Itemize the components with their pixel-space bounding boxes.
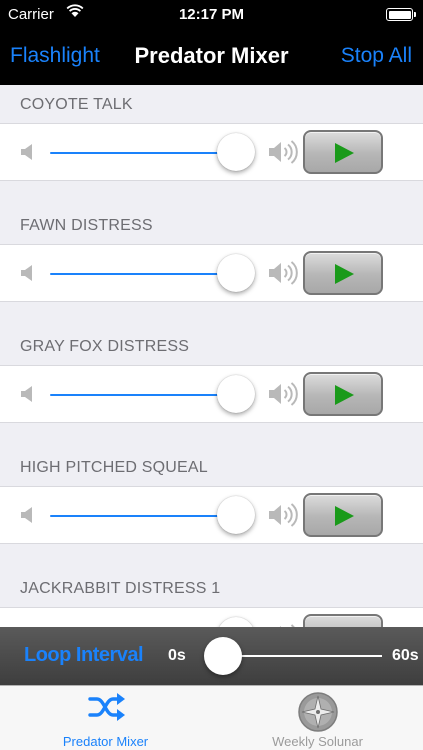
sound-row xyxy=(0,486,423,544)
tab-bar: Predator Mixer Weekly Solunar xyxy=(0,685,423,750)
play-button[interactable] xyxy=(303,130,383,174)
volume-slider-track[interactable] xyxy=(50,273,236,275)
volume-low-icon xyxy=(20,385,34,408)
row-spacer xyxy=(0,544,423,569)
sound-name: GRAY FOX DISTRESS xyxy=(20,338,190,355)
status-bar: Carrier 12:17 PM xyxy=(0,0,423,30)
loop-interval-bar: Loop Interval 0s 60s xyxy=(0,627,423,685)
volume-slider-track[interactable] xyxy=(50,152,236,154)
tab-label-predator-mixer: Predator Mixer xyxy=(62,734,149,749)
sound-row xyxy=(0,365,423,423)
volume-low-icon xyxy=(20,264,34,287)
tab-predator-mixer[interactable]: Predator Mixer xyxy=(0,686,211,750)
row-spacer xyxy=(0,302,423,327)
volume-low-icon xyxy=(20,506,34,529)
play-button[interactable] xyxy=(303,372,383,416)
play-icon xyxy=(335,143,354,163)
volume-slider-track[interactable] xyxy=(50,394,236,396)
volume-slider-thumb[interactable] xyxy=(217,375,255,413)
volume-slider-thumb[interactable] xyxy=(217,496,255,534)
row-spacer xyxy=(0,181,423,206)
battery-icon xyxy=(386,8,416,21)
volume-slider-track[interactable] xyxy=(50,515,236,517)
volume-high-icon xyxy=(268,381,298,412)
play-icon xyxy=(335,506,354,526)
clock-label: 12:17 PM xyxy=(178,6,245,23)
volume-high-icon xyxy=(268,260,298,291)
volume-high-icon xyxy=(268,502,298,533)
tab-weekly-solunar[interactable]: Weekly Solunar xyxy=(212,686,423,750)
stop-all-button[interactable]: Stop All xyxy=(341,44,412,68)
row-spacer xyxy=(0,423,423,448)
volume-high-icon xyxy=(268,139,298,170)
play-icon xyxy=(335,385,354,405)
sound-row xyxy=(0,123,423,181)
shuffle-icon xyxy=(85,691,127,728)
sound-name: FAWN DISTRESS xyxy=(20,217,153,234)
loop-interval-max-label: 60s xyxy=(392,647,419,664)
play-button[interactable] xyxy=(303,251,383,295)
sound-name: HIGH PITCHED SQUEAL xyxy=(20,459,208,476)
compass-icon xyxy=(297,691,339,738)
loop-interval-label: Loop Interval xyxy=(24,644,144,666)
sound-name: COYOTE TALK xyxy=(20,96,133,113)
flashlight-button[interactable]: Flashlight xyxy=(10,44,100,68)
play-button[interactable] xyxy=(303,493,383,537)
loop-interval-slider-thumb[interactable] xyxy=(204,637,242,675)
volume-slider-thumb[interactable] xyxy=(217,133,255,171)
loop-interval-slider-track[interactable] xyxy=(223,655,382,657)
loop-interval-min-label: 0s xyxy=(168,647,186,664)
sound-row xyxy=(0,244,423,302)
volume-low-icon xyxy=(20,143,34,166)
tab-label-weekly-solunar: Weekly Solunar xyxy=(272,734,363,749)
play-icon xyxy=(335,264,354,284)
navigation-bar: Flashlight Predator Mixer Stop All xyxy=(0,30,423,85)
sound-name: JACKRABBIT DISTRESS 1 xyxy=(20,580,221,597)
sound-list: COYOTE TALK FAWN DISTRESS GRAY FOX DISTR… xyxy=(0,85,423,690)
volume-slider-thumb[interactable] xyxy=(217,254,255,292)
